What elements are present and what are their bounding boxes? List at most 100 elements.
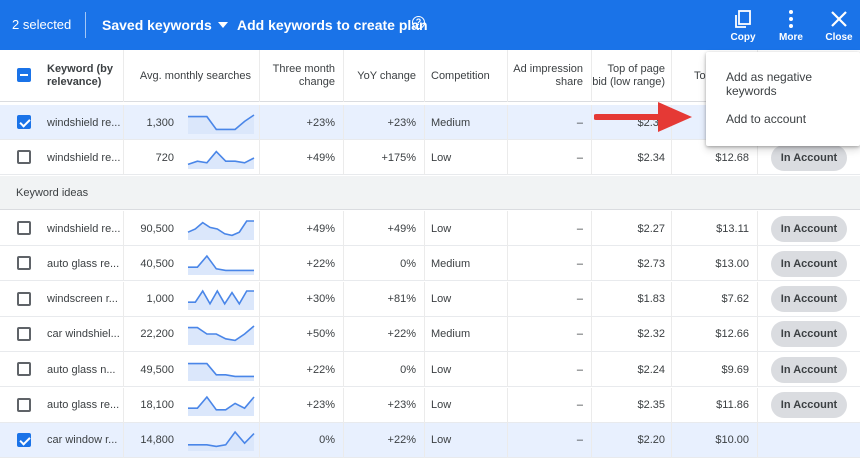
row-checkbox[interactable] (17, 150, 31, 164)
top-bid-low-cell: $2.34 (592, 140, 672, 175)
in-account-badge: In Account (770, 321, 848, 348)
avg-searches-cell: 18,100 (140, 399, 174, 411)
sparkline-area (187, 291, 254, 311)
status-cell: In Account (758, 282, 860, 317)
keyword-cell: auto glass re... (40, 246, 124, 282)
col-keyword[interactable]: Keyword (by relevance) (40, 50, 124, 102)
three-month-cell: +50% (260, 316, 344, 352)
yoy-cell: +81% (344, 281, 425, 317)
add-keywords-to-plan-button[interactable]: Add keywords to create plan (237, 17, 428, 33)
trend-sparkline-cell (182, 211, 260, 246)
table-row[interactable]: windshield re... 90,500 +49% +49% Low – $2.27 $… (0, 211, 860, 246)
in-account-badge: In Account (770, 392, 848, 418)
avg-searches-cell: 49,500 (140, 363, 174, 376)
row-checkbox[interactable] (17, 432, 31, 447)
top-bid-high-cell: $13.00 (672, 246, 758, 282)
row-checkbox[interactable] (17, 326, 31, 341)
status-cell (758, 423, 860, 458)
competition-cell: Low (425, 211, 508, 246)
three-month-cell: +30% (260, 281, 344, 317)
yoy-cell: 0% (344, 246, 425, 282)
copy-button[interactable]: Copy (723, 8, 763, 43)
avg-searches-cell: 14,800 (140, 434, 174, 447)
row-checkbox[interactable] (17, 115, 31, 129)
top-bid-high-cell: $10.00 (672, 422, 758, 458)
more-label: More (779, 32, 803, 43)
in-account-badge: In Account (770, 215, 848, 242)
row-checkbox[interactable] (17, 256, 31, 271)
trend-sparkline-cell (182, 246, 260, 282)
more-button[interactable]: More (771, 8, 811, 43)
ad-impression-cell: – (508, 352, 592, 388)
col-ad-impression-share[interactable]: Ad impression share (508, 50, 592, 102)
col-three-month-change[interactable]: Three month change (260, 50, 344, 102)
col-yoy-change[interactable]: YoY change (344, 50, 425, 102)
yoy-cell: +22% (344, 316, 425, 352)
menu-add-negative-keywords[interactable]: Add as negative keywords (726, 70, 860, 98)
top-bid-low-cell: $2.35 (592, 387, 672, 423)
col-competition[interactable]: Competition (425, 50, 508, 102)
avg-searches-cell: 40,500 (140, 257, 174, 270)
keyword-cell: auto glass n... (40, 352, 124, 388)
yoy-cell: +22% (344, 422, 425, 458)
trend-sparkline (187, 431, 255, 452)
competition-cell: Low (425, 140, 508, 175)
trend-sparkline-cell (182, 422, 260, 458)
ad-impression-cell: – (508, 387, 592, 423)
caret-down-icon (217, 22, 228, 28)
col-top-bid-low[interactable]: Top of page bid (low range) (592, 50, 672, 102)
three-month-cell: +49% (260, 140, 344, 175)
top-bid-high-cell: $12.66 (672, 316, 758, 352)
competition-cell: Medium (425, 105, 508, 140)
three-month-cell: +22% (260, 352, 344, 388)
close-button[interactable]: Close (819, 8, 859, 43)
saved-keywords-label: Saved keywords (102, 17, 212, 33)
trend-sparkline (187, 113, 254, 134)
selection-toolbar: 2 selected Saved keywords Add keywords t… (0, 0, 860, 50)
row-checkbox[interactable] (17, 362, 31, 377)
select-all-checkbox[interactable] (17, 68, 31, 82)
more-vert-icon (789, 10, 793, 28)
top-bid-low-cell: $2.73 (592, 246, 672, 282)
table-row[interactable]: auto glass n... 49,500 +22% 0% Low – $2.24 $9.6… (0, 352, 860, 388)
trend-sparkline (187, 219, 254, 240)
status-cell: In Account (758, 246, 860, 281)
top-bid-low-cell: $2.32 (592, 316, 672, 352)
trend-sparkline-cell (182, 281, 260, 317)
row-checkbox[interactable] (17, 291, 31, 306)
competition-cell: Low (425, 352, 508, 388)
competition-cell: Medium (425, 246, 508, 282)
competition-cell: Medium (425, 316, 508, 352)
trend-sparkline-cell (182, 352, 260, 388)
three-month-cell: +22% (260, 246, 344, 282)
col-avg-monthly-searches[interactable]: Avg. monthly searches (124, 50, 260, 102)
copy-label: Copy (730, 32, 756, 43)
table-row[interactable]: windscreen r... 1,000 +30% +81% Low – $1.83 $7.… (0, 281, 860, 317)
avg-searches-cell: 22,200 (140, 328, 174, 341)
avg-searches-cell: 1,000 (146, 293, 174, 306)
keyword-cell: auto glass re... (40, 387, 124, 423)
row-checkbox[interactable] (17, 221, 31, 235)
competition-cell: Low (425, 281, 508, 317)
ad-impression-cell: – (508, 422, 592, 458)
trend-sparkline-cell (182, 105, 260, 140)
keyword-cell: windshield re... (40, 140, 124, 175)
avg-searches-cell: 720 (155, 151, 174, 164)
competition-cell: Low (425, 422, 508, 458)
top-bid-low-cell: $1.83 (592, 281, 672, 317)
keyword-cell: windscreen r... (40, 281, 124, 317)
ad-impression-cell: – (508, 246, 592, 282)
ad-impression-cell: – (508, 316, 592, 352)
table-row[interactable]: car windshiel... 22,200 +50% +22% Medium – $2.… (0, 316, 860, 352)
table-row[interactable]: auto glass re... 40,500 +22% 0% Medium – $2.73… (0, 246, 860, 282)
table-row[interactable]: car window r... 14,800 0% +22% Low – $2.20 $10.… (0, 422, 860, 458)
row-checkbox[interactable] (17, 397, 31, 412)
table-row[interactable]: auto glass re... 18,100 +23% +23% Low – $2.35 $… (0, 387, 860, 423)
keyword-cell: car windshiel... (40, 316, 124, 352)
menu-add-to-account[interactable]: Add to account (726, 112, 806, 126)
trend-sparkline (187, 254, 254, 275)
saved-keywords-dropdown[interactable]: Saved keywords (102, 17, 228, 33)
ad-impression-cell: – (508, 140, 592, 175)
sparkline-area (187, 114, 254, 134)
help-icon[interactable]: ? (412, 16, 425, 29)
